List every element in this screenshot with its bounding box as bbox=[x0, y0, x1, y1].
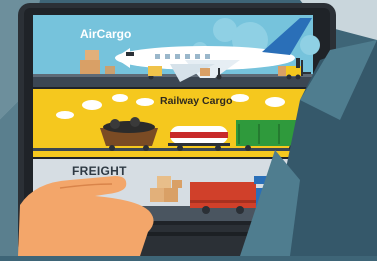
scene-illustration bbox=[0, 0, 377, 256]
air-cargo-panel bbox=[33, 15, 320, 87]
cargo-scene: AirCargo Railway Cargo FREIGHT bbox=[0, 0, 377, 256]
air-cargo-label: AirCargo bbox=[80, 27, 132, 41]
freight-label: FREIGHT bbox=[72, 164, 127, 178]
railway-cargo-label: Railway Cargo bbox=[160, 95, 233, 107]
